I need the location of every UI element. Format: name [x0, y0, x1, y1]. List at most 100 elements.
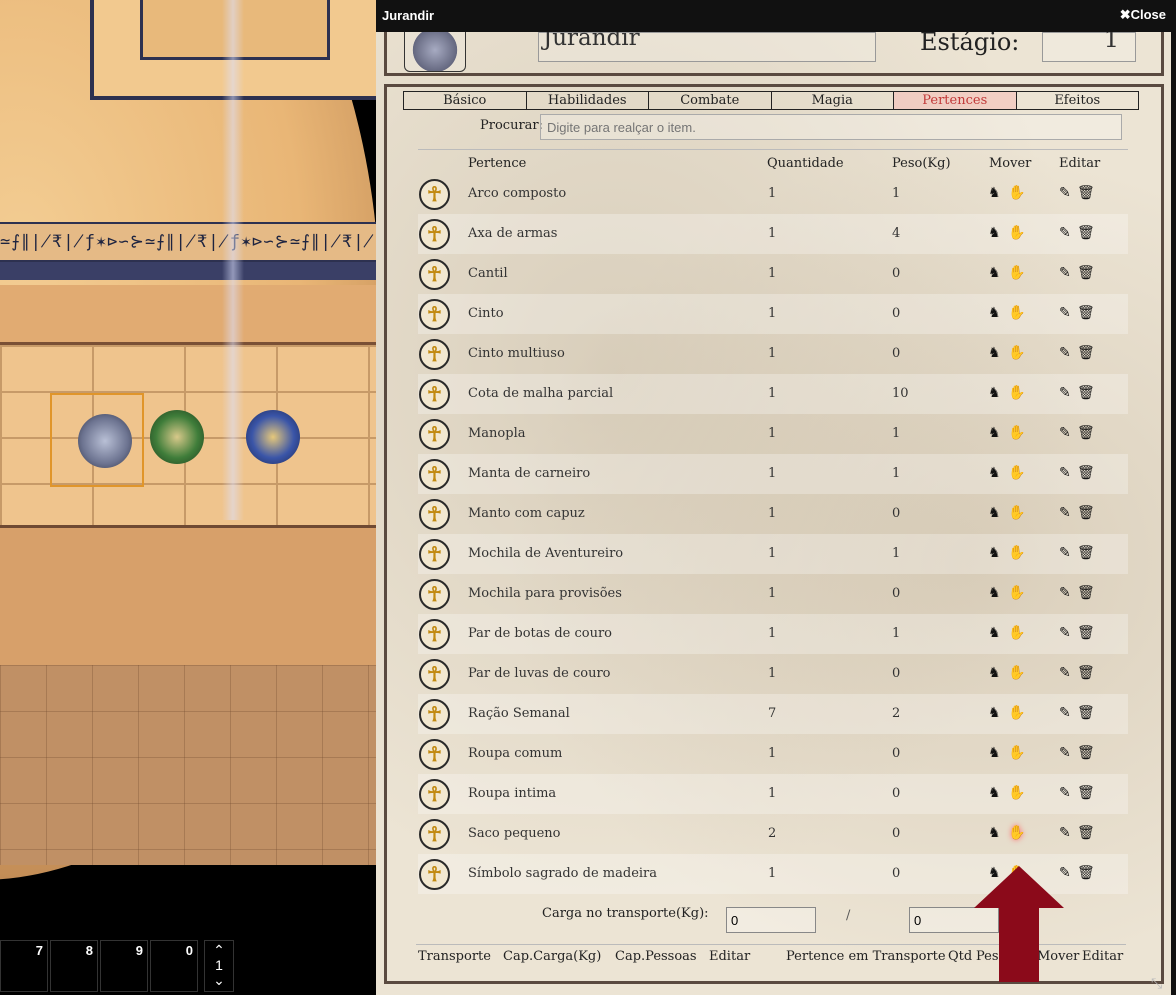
- item-row[interactable]: ☥ Manopla 1 1 ♞ ✋ ✎ 🗑: [418, 414, 1128, 454]
- handshake-icon[interactable]: ✋: [1008, 225, 1025, 241]
- cargo-current-field[interactable]: [726, 907, 816, 933]
- token-elf[interactable]: [150, 410, 204, 464]
- trash-icon[interactable]: 🗑: [1077, 305, 1095, 321]
- item-row[interactable]: ☥ Roupa intima 1 0 ♞ ✋ ✎ 🗑: [418, 774, 1128, 814]
- item-row[interactable]: ☥ Cota de malha parcial 1 10 ♞ ✋ ✎ 🗑: [418, 374, 1128, 414]
- dialog-titlebar[interactable]: Jurandir ✖Close: [376, 0, 1176, 32]
- horse-icon[interactable]: ♞: [988, 385, 1001, 401]
- map-canvas[interactable]: ≃⨍∥∤₹∤ƒ✶⊳∽⊱≃⨍∥∤₹∤ƒ✶⊳∽⊱≃⨍∥∤₹∤ƒ✶⊳: [0, 0, 376, 995]
- item-row[interactable]: ☥ Cantil 1 0 ♞ ✋ ✎ 🗑: [418, 254, 1128, 294]
- edit-icon[interactable]: ✎: [1059, 745, 1071, 761]
- horse-icon[interactable]: ♞: [988, 345, 1001, 361]
- handshake-icon[interactable]: ✋: [1008, 825, 1025, 841]
- handshake-icon[interactable]: ✋: [1008, 785, 1025, 801]
- ankh-icon[interactable]: ☥: [419, 179, 450, 210]
- horse-icon[interactable]: ♞: [988, 545, 1001, 561]
- ankh-icon[interactable]: ☥: [419, 739, 450, 770]
- item-row[interactable]: ☥ Arco composto 1 1 ♞ ✋ ✎ 🗑: [418, 174, 1128, 214]
- edit-icon[interactable]: ✎: [1059, 385, 1071, 401]
- edit-icon[interactable]: ✎: [1059, 505, 1071, 521]
- horse-icon[interactable]: ♞: [988, 265, 1001, 281]
- item-row[interactable]: ☥ Par de botas de couro 1 1 ♞ ✋ ✎ 🗑: [418, 614, 1128, 654]
- tab-magia[interactable]: Magia: [772, 92, 894, 109]
- stage-field[interactable]: 1: [1042, 32, 1136, 62]
- pager-up-icon[interactable]: ⌃: [205, 943, 233, 958]
- hotbar-pager[interactable]: ⌃ 1 ⌄: [204, 940, 234, 992]
- trash-icon[interactable]: 🗑: [1077, 265, 1095, 281]
- ankh-icon[interactable]: ☥: [419, 659, 450, 690]
- trash-icon[interactable]: 🗑: [1077, 385, 1095, 401]
- ankh-icon[interactable]: ☥: [419, 539, 450, 570]
- ankh-icon[interactable]: ☥: [419, 379, 450, 410]
- edit-icon[interactable]: ✎: [1059, 425, 1071, 441]
- handshake-icon[interactable]: ✋: [1008, 505, 1025, 521]
- trash-icon[interactable]: 🗑: [1077, 865, 1095, 881]
- edit-icon[interactable]: ✎: [1059, 345, 1071, 361]
- edit-icon[interactable]: ✎: [1059, 305, 1071, 321]
- horse-icon[interactable]: ♞: [988, 305, 1001, 321]
- ankh-icon[interactable]: ☥: [419, 859, 450, 890]
- avatar[interactable]: [404, 32, 466, 72]
- token-mage[interactable]: [246, 410, 300, 464]
- trash-icon[interactable]: 🗑: [1077, 505, 1095, 521]
- ankh-icon[interactable]: ☥: [419, 499, 450, 530]
- tab-habilidades[interactable]: Habilidades: [527, 92, 649, 109]
- edit-icon[interactable]: ✎: [1059, 705, 1071, 721]
- handshake-icon[interactable]: ✋: [1008, 585, 1025, 601]
- handshake-icon[interactable]: ✋: [1008, 705, 1025, 721]
- trash-icon[interactable]: 🗑: [1077, 745, 1095, 761]
- trash-icon[interactable]: 🗑: [1077, 785, 1095, 801]
- token-jurandir[interactable]: [78, 414, 132, 468]
- handshake-icon[interactable]: ✋: [1008, 745, 1025, 761]
- hotbar-slot-7[interactable]: 7: [0, 940, 48, 992]
- item-row[interactable]: ☥ Axa de armas 1 4 ♞ ✋ ✎ 🗑: [418, 214, 1128, 254]
- close-button[interactable]: ✖Close: [1120, 7, 1166, 23]
- item-row[interactable]: ☥ Manta de carneiro 1 1 ♞ ✋ ✎ 🗑: [418, 454, 1128, 494]
- horse-icon[interactable]: ♞: [988, 745, 1001, 761]
- handshake-icon[interactable]: ✋: [1008, 385, 1025, 401]
- ankh-icon[interactable]: ☥: [419, 339, 450, 370]
- handshake-icon[interactable]: ✋: [1008, 545, 1025, 561]
- ankh-icon[interactable]: ☥: [419, 419, 450, 450]
- trash-icon[interactable]: 🗑: [1077, 825, 1095, 841]
- edit-icon[interactable]: ✎: [1059, 265, 1071, 281]
- resize-handle-icon[interactable]: ⤡: [1151, 976, 1167, 992]
- horse-icon[interactable]: ♞: [988, 585, 1001, 601]
- hotbar-slot-8[interactable]: 8: [50, 940, 98, 992]
- handshake-icon[interactable]: ✋: [1008, 305, 1025, 321]
- trash-icon[interactable]: 🗑: [1077, 425, 1095, 441]
- edit-icon[interactable]: ✎: [1059, 185, 1071, 201]
- ankh-icon[interactable]: ☥: [419, 779, 450, 810]
- edit-icon[interactable]: ✎: [1059, 225, 1071, 241]
- item-row[interactable]: ☥ Saco pequeno 2 0 ♞ ✋ ✎ 🗑: [418, 814, 1128, 854]
- item-row[interactable]: ☥ Mochila de Aventureiro 1 1 ♞ ✋ ✎ 🗑: [418, 534, 1128, 574]
- ankh-icon[interactable]: ☥: [419, 259, 450, 290]
- handshake-icon[interactable]: ✋: [1008, 185, 1025, 201]
- edit-icon[interactable]: ✎: [1059, 585, 1071, 601]
- horse-icon[interactable]: ♞: [988, 665, 1001, 681]
- handshake-icon[interactable]: ✋: [1008, 465, 1025, 481]
- ankh-icon[interactable]: ☥: [419, 459, 450, 490]
- ankh-icon[interactable]: ☥: [419, 819, 450, 850]
- item-row[interactable]: ☥ Roupa comum 1 0 ♞ ✋ ✎ 🗑: [418, 734, 1128, 774]
- horse-icon[interactable]: ♞: [988, 825, 1001, 841]
- tab-pertences[interactable]: Pertences: [894, 92, 1017, 109]
- item-row[interactable]: ☥ Cinto 1 0 ♞ ✋ ✎ 🗑: [418, 294, 1128, 334]
- item-row[interactable]: ☥ Ração Semanal 7 2 ♞ ✋ ✎ 🗑: [418, 694, 1128, 734]
- ankh-icon[interactable]: ☥: [419, 699, 450, 730]
- horse-icon[interactable]: ♞: [988, 465, 1001, 481]
- tab-basico[interactable]: Básico: [404, 92, 527, 109]
- trash-icon[interactable]: 🗑: [1077, 465, 1095, 481]
- item-row[interactable]: ☥ Manto com capuz 1 0 ♞ ✋ ✎ 🗑: [418, 494, 1128, 534]
- item-row[interactable]: ☥ Cinto multiuso 1 0 ♞ ✋ ✎ 🗑: [418, 334, 1128, 374]
- edit-icon[interactable]: ✎: [1059, 545, 1071, 561]
- ankh-icon[interactable]: ☥: [419, 619, 450, 650]
- character-name-field[interactable]: Jurandir: [538, 32, 876, 62]
- handshake-icon[interactable]: ✋: [1008, 625, 1025, 641]
- horse-icon[interactable]: ♞: [988, 785, 1001, 801]
- trash-icon[interactable]: 🗑: [1077, 185, 1095, 201]
- handshake-icon[interactable]: ✋: [1008, 345, 1025, 361]
- tab-efeitos[interactable]: Efeitos: [1017, 92, 1139, 109]
- trash-icon[interactable]: 🗑: [1077, 705, 1095, 721]
- tab-combate[interactable]: Combate: [649, 92, 772, 109]
